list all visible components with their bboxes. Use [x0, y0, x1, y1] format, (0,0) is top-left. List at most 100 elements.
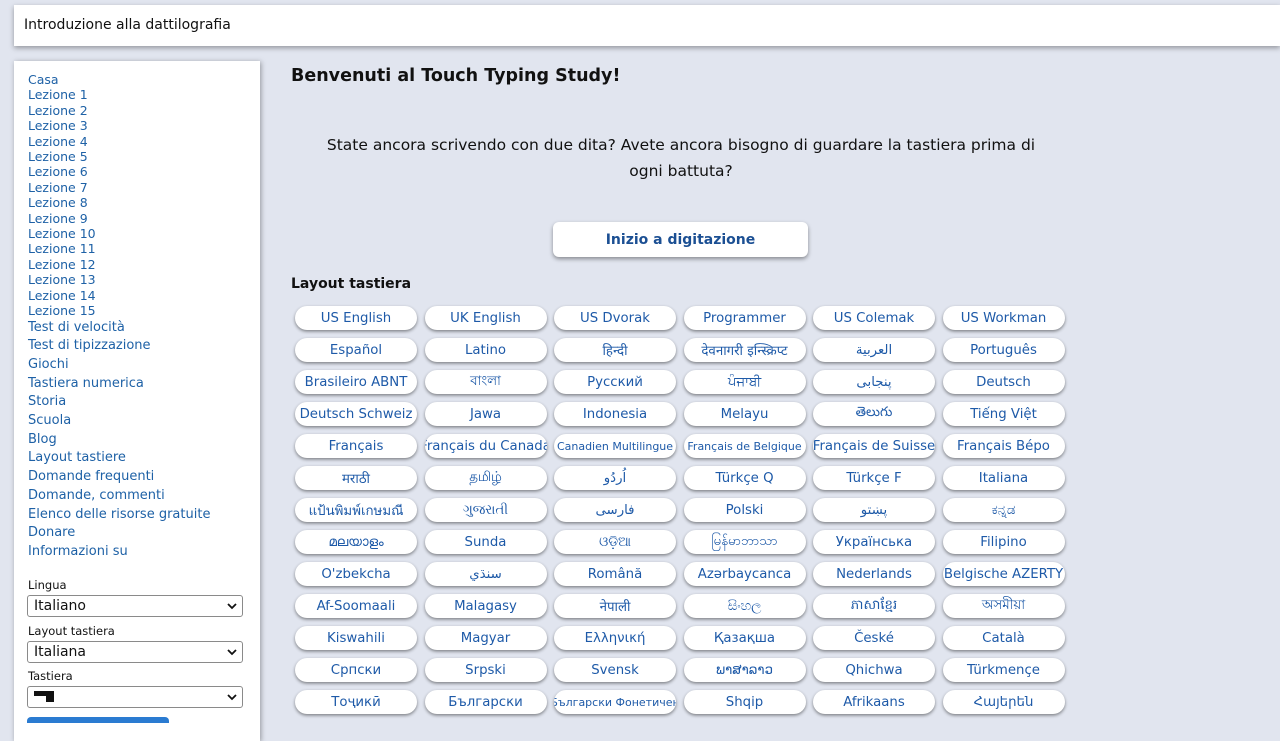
layout-button[interactable]: සිංහල [683, 594, 806, 618]
layout-button[interactable]: Српски [295, 658, 417, 682]
sidebar-link[interactable]: Layout tastiere [28, 449, 210, 468]
layout-button[interactable]: Tiếng Việt [942, 402, 1065, 426]
sidebar-link[interactable]: Scuola [28, 412, 210, 431]
layout-button[interactable]: বাংলা [424, 370, 547, 394]
sidebar-link[interactable]: Blog [28, 431, 210, 450]
layout-button[interactable]: ភាសាខ្មែរ [813, 594, 935, 618]
layout-button[interactable]: Malagasy [424, 594, 547, 618]
layout-button[interactable]: Latino [424, 338, 547, 362]
site-title[interactable]: Introduzione alla dattilografia [24, 17, 231, 33]
layout-button[interactable]: پنجابی [813, 370, 935, 394]
layout-button[interactable]: US Colemak [813, 306, 935, 330]
sidebar-link[interactable]: Casa [28, 72, 210, 87]
sidebar-link[interactable]: Lezione 12 [28, 257, 210, 272]
language-select[interactable]: Italiano [27, 595, 243, 617]
sidebar-link[interactable]: Lezione 4 [28, 134, 210, 149]
sidebar-link[interactable]: Storia [28, 393, 210, 412]
layout-button[interactable]: Español [295, 338, 417, 362]
sidebar-link[interactable]: Giochi [28, 356, 210, 375]
sidebar-link[interactable]: Lezione 6 [28, 164, 210, 179]
layout-button[interactable]: แป้นพิมพ์เกษมณี [295, 498, 417, 522]
layout-button[interactable]: ພາສາລາວ [683, 658, 806, 682]
layout-button[interactable]: മലയാളം [295, 530, 417, 554]
layout-button[interactable]: Français du Canada [424, 434, 547, 458]
layout-button[interactable]: Română [554, 562, 676, 586]
layout-button[interactable]: Programmer [683, 306, 806, 330]
sidebar-link[interactable]: Domande frequenti [28, 468, 210, 487]
sidebar-link[interactable]: Lezione 8 [28, 195, 210, 210]
layout-button[interactable]: Français de Suisse [813, 434, 935, 458]
layout-button[interactable]: UK English [424, 306, 547, 330]
sidebar-link[interactable]: Test di tipizzazione [28, 337, 210, 356]
layout-button[interactable]: தமிழ் [424, 466, 547, 490]
layout-button[interactable]: Català [942, 626, 1065, 650]
layout-button[interactable]: Български [424, 690, 547, 714]
sidebar-link[interactable]: Lezione 2 [28, 103, 210, 118]
sidebar-link[interactable]: Lezione 10 [28, 226, 210, 241]
sidebar-link[interactable]: Donare [28, 524, 210, 543]
layout-button[interactable]: తెలుగు [813, 402, 935, 426]
layout-button[interactable]: Türkçe Q [683, 466, 806, 490]
layout-button[interactable]: سنڌي [424, 562, 547, 586]
layout-button[interactable]: فارسی [554, 498, 676, 522]
layout-button[interactable]: Afrikaans [813, 690, 935, 714]
sidebar-link[interactable]: Tastiera numerica [28, 375, 210, 394]
sidebar-link[interactable]: Domande, commenti [28, 487, 210, 506]
layout-button[interactable]: Srpski [424, 658, 547, 682]
layout-button[interactable]: မြန်မာဘာသာ [683, 530, 806, 554]
layout-button[interactable]: Deutsch [942, 370, 1065, 394]
layout-button[interactable]: Ελληνική [554, 626, 676, 650]
layout-button[interactable]: US English [295, 306, 417, 330]
layout-button[interactable]: मराठी [295, 466, 417, 490]
layout-button[interactable]: O'zbekcha [295, 562, 417, 586]
layout-button[interactable]: Українська [813, 530, 935, 554]
layout-button[interactable]: Azərbaycanca [683, 562, 806, 586]
layout-button[interactable]: ଓଡ଼ିଆ [554, 530, 676, 554]
layout-button[interactable]: Canadien Multilingue [554, 434, 676, 458]
layout-select[interactable]: Italiana [27, 641, 243, 663]
layout-button[interactable]: Polski [683, 498, 806, 522]
layout-button[interactable]: پښتو [813, 498, 935, 522]
layout-button[interactable]: हिन्दी [554, 338, 676, 362]
layout-button[interactable]: Magyar [424, 626, 547, 650]
layout-button[interactable]: Français [295, 434, 417, 458]
sidebar-link[interactable]: Lezione 11 [28, 241, 210, 256]
layout-button[interactable]: Sunda [424, 530, 547, 554]
layout-button[interactable]: Brasileiro ABNT [295, 370, 417, 394]
sidebar-link[interactable]: Lezione 3 [28, 118, 210, 133]
layout-button[interactable]: العربية [813, 338, 935, 362]
sidebar-link[interactable]: Informazioni su [28, 543, 210, 562]
layout-button[interactable]: Български Фонетичен [554, 690, 676, 714]
layout-button[interactable]: Filipino [942, 530, 1065, 554]
layout-button[interactable]: Svensk [554, 658, 676, 682]
layout-button[interactable]: Af-Soomaali [295, 594, 417, 618]
sidebar-link[interactable]: Lezione 15 [28, 303, 210, 318]
layout-button[interactable]: ગુજરાતી [424, 498, 547, 522]
keyboard-select[interactable] [27, 686, 243, 708]
sidebar-link[interactable]: Lezione 5 [28, 149, 210, 164]
layout-button[interactable]: Тоҷикӣ [295, 690, 417, 714]
sidebar-link[interactable]: Lezione 13 [28, 272, 210, 287]
start-typing-button[interactable]: Inizio a digitazione [553, 222, 808, 257]
layout-button[interactable]: Qhichwa [813, 658, 935, 682]
layout-button[interactable]: ਪੰਜਾਬੀ [683, 370, 806, 394]
layout-button[interactable]: देवनागरी इन्स्क्रिप्ट [683, 338, 806, 362]
sidebar-link[interactable]: Elenco delle risorse gratuite [28, 506, 210, 525]
layout-button[interactable]: Italiana [942, 466, 1065, 490]
layout-button[interactable]: অসমীয়া [942, 594, 1065, 618]
layout-button[interactable]: Қазақша [683, 626, 806, 650]
sidebar-link[interactable]: Lezione 7 [28, 180, 210, 195]
layout-button[interactable]: Հայերեն [942, 690, 1065, 714]
layout-button[interactable]: اُردُو [554, 466, 676, 490]
layout-button[interactable]: Belgische AZERTY [942, 562, 1065, 586]
layout-button[interactable]: Русский [554, 370, 676, 394]
layout-button[interactable]: Melayu [683, 402, 806, 426]
layout-button[interactable]: US Dvorak [554, 306, 676, 330]
sidebar-link[interactable]: Lezione 14 [28, 288, 210, 303]
layout-button[interactable]: ಕನ್ನಡ [942, 498, 1065, 522]
sidebar-link[interactable]: Lezione 1 [28, 87, 210, 102]
layout-button[interactable]: Français de Belgique [683, 434, 806, 458]
layout-button[interactable]: US Workman [942, 306, 1065, 330]
sidebar-link[interactable]: Test di velocità [28, 319, 210, 338]
layout-button[interactable]: Deutsch Schweiz [295, 402, 417, 426]
